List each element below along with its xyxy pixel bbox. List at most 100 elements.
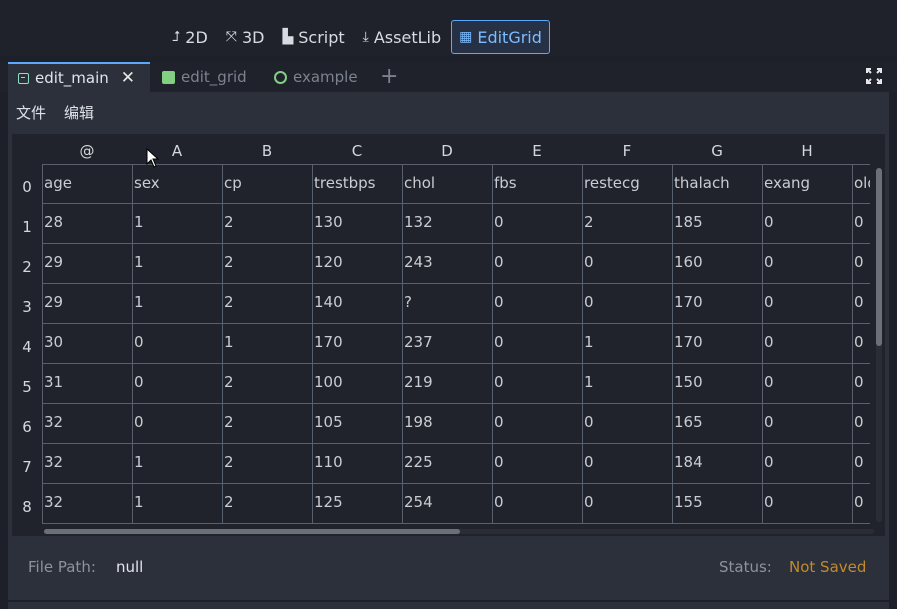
row-header[interactable]: 1: [12, 204, 42, 244]
grid-cell[interactable]: 0: [132, 404, 222, 444]
grid-cell[interactable]: fbs: [492, 164, 582, 204]
column-header[interactable]: @: [42, 134, 132, 164]
grid-cell[interactable]: 0: [492, 204, 582, 244]
row-header[interactable]: 3: [12, 284, 42, 324]
grid-cell[interactable]: 0: [762, 324, 852, 364]
grid-cell[interactable]: 132: [402, 204, 492, 244]
grid-cell[interactable]: 125: [312, 484, 402, 524]
grid-cell[interactable]: 0: [762, 484, 852, 524]
grid-cell[interactable]: 140: [312, 284, 402, 324]
grid-cell[interactable]: 2: [582, 204, 672, 244]
grid-cell[interactable]: 0: [852, 244, 870, 284]
column-header[interactable]: E: [492, 134, 582, 164]
grid-cell[interactable]: 170: [312, 324, 402, 364]
grid-cell[interactable]: 0: [762, 404, 852, 444]
grid-cell[interactable]: 32: [42, 484, 132, 524]
column-header[interactable]: F: [582, 134, 672, 164]
grid-cell[interactable]: 100: [312, 364, 402, 404]
row-header[interactable]: 6: [12, 404, 42, 444]
grid-cell[interactable]: 29: [42, 284, 132, 324]
grid-cell[interactable]: 0: [762, 204, 852, 244]
column-header[interactable]: C: [312, 134, 402, 164]
grid-cell[interactable]: 31: [42, 364, 132, 404]
tab-edit-main[interactable]: edit_main ✕: [8, 62, 150, 92]
grid-cell[interactable]: 0: [852, 204, 870, 244]
menu-file[interactable]: 文件: [16, 102, 46, 123]
grid-cell[interactable]: 185: [672, 204, 762, 244]
tab-edit-grid[interactable]: edit_grid: [152, 62, 257, 92]
grid-cell[interactable]: 160: [672, 244, 762, 284]
grid-cell[interactable]: 184: [672, 444, 762, 484]
grid-cell[interactable]: 0: [852, 284, 870, 324]
column-header[interactable]: G: [672, 134, 762, 164]
grid-cell[interactable]: 110: [312, 444, 402, 484]
grid-cell[interactable]: 0: [582, 244, 672, 284]
grid-cell[interactable]: thalach: [672, 164, 762, 204]
grid-cell[interactable]: 2: [222, 404, 312, 444]
grid-cell[interactable]: 2: [222, 444, 312, 484]
vertical-scrollbar[interactable]: [876, 168, 882, 346]
grid-cell[interactable]: 155: [672, 484, 762, 524]
grid-cell[interactable]: 165: [672, 404, 762, 444]
grid-cell[interactable]: 0: [492, 484, 582, 524]
grid-cell[interactable]: 254: [402, 484, 492, 524]
grid-cell[interactable]: 1: [132, 244, 222, 284]
grid-cell[interactable]: 1: [132, 484, 222, 524]
grid-cell[interactable]: 30: [42, 324, 132, 364]
grid-cell[interactable]: 120: [312, 244, 402, 284]
grid-cell[interactable]: 2: [222, 484, 312, 524]
grid-cell[interactable]: 0: [762, 244, 852, 284]
grid-cell[interactable]: 0: [492, 444, 582, 484]
grid-cell[interactable]: 0: [852, 324, 870, 364]
grid-cell[interactable]: 0: [492, 364, 582, 404]
grid-cell[interactable]: 1: [582, 324, 672, 364]
grid-cell[interactable]: cp: [222, 164, 312, 204]
grid-cell[interactable]: 130: [312, 204, 402, 244]
grid-cell[interactable]: 1: [222, 324, 312, 364]
main-screen-2d-button[interactable]: ⮥ 2D: [164, 20, 216, 54]
grid-cell[interactable]: 0: [852, 484, 870, 524]
main-screen-assetlib-button[interactable]: ⤓ AssetLib: [355, 20, 449, 54]
grid-cell[interactable]: 170: [672, 324, 762, 364]
close-icon[interactable]: ✕: [121, 68, 135, 88]
grid-cell[interactable]: 0: [492, 404, 582, 444]
grid-cell[interactable]: 29: [42, 244, 132, 284]
grid-cell[interactable]: chol: [402, 164, 492, 204]
grid-cell[interactable]: 198: [402, 404, 492, 444]
main-screen-script-button[interactable]: ▙ Script: [274, 20, 352, 54]
fullscreen-icon[interactable]: [866, 68, 882, 84]
row-header[interactable]: 8: [12, 484, 42, 524]
grid-cell[interactable]: exang: [762, 164, 852, 204]
main-screen-editgrid-button[interactable]: ▦ EditGrid: [451, 20, 550, 54]
row-header[interactable]: 7: [12, 444, 42, 484]
grid-cell[interactable]: ?: [402, 284, 492, 324]
row-header[interactable]: 4: [12, 324, 42, 364]
grid-cell[interactable]: sex: [132, 164, 222, 204]
grid-cell[interactable]: 1: [582, 364, 672, 404]
grid-cell[interactable]: 0: [582, 444, 672, 484]
grid-cell[interactable]: 2: [222, 244, 312, 284]
grid-cell[interactable]: 0: [852, 404, 870, 444]
grid-cell[interactable]: 1: [132, 284, 222, 324]
grid-cell[interactable]: 0: [852, 364, 870, 404]
main-screen-3d-button[interactable]: ⤧ 3D: [218, 20, 273, 54]
grid-cell[interactable]: age: [42, 164, 132, 204]
grid-cell[interactable]: 1: [132, 204, 222, 244]
grid-cell[interactable]: 1: [132, 444, 222, 484]
column-header[interactable]: D: [402, 134, 492, 164]
grid-cell[interactable]: 0: [492, 244, 582, 284]
grid-cell[interactable]: 0: [492, 284, 582, 324]
grid-cell[interactable]: 2: [222, 364, 312, 404]
grid-cell[interactable]: 0: [582, 484, 672, 524]
grid-cell[interactable]: 0: [132, 364, 222, 404]
add-tab-button[interactable]: +: [380, 62, 398, 92]
grid-cell[interactable]: 2: [222, 204, 312, 244]
menu-edit[interactable]: 编辑: [64, 102, 94, 123]
grid-cell[interactable]: 32: [42, 404, 132, 444]
grid-cell[interactable]: 0: [582, 404, 672, 444]
grid-cell[interactable]: 237: [402, 324, 492, 364]
grid-cell[interactable]: 219: [402, 364, 492, 404]
grid-cell[interactable]: 0: [762, 444, 852, 484]
row-header[interactable]: 0: [12, 164, 42, 204]
column-header[interactable]: B: [222, 134, 312, 164]
